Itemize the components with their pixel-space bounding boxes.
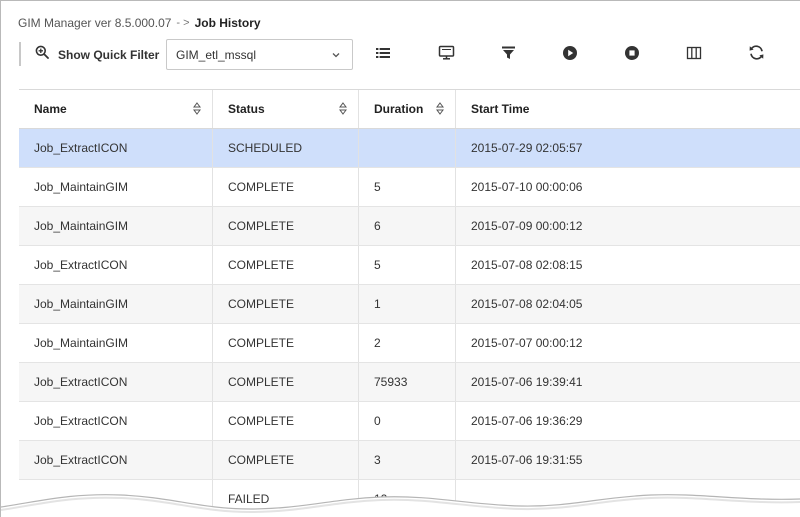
display-button[interactable]: [436, 45, 456, 65]
table-row[interactable]: Job_MaintainGIM COMPLETE 5 2015-07-10 00…: [19, 168, 800, 207]
column-header-status[interactable]: Status: [213, 90, 359, 128]
cell-start-time: 2015-07-29 02:05:57: [471, 141, 583, 155]
cell-status: COMPLETE: [213, 324, 359, 362]
cell-start-time: 2015-07-06 19:31:55: [471, 453, 583, 467]
database-select-value: GIM_etl_mssql: [176, 47, 257, 62]
column-header-start-time-label: Start Time: [471, 102, 530, 116]
cell-duration: 0: [359, 402, 456, 440]
show-quick-filter-label: Show Quick Filter: [58, 47, 160, 62]
filter-icon: [501, 45, 516, 65]
table-row[interactable]: Job_MaintainGIM COMPLETE 2 2015-07-07 00…: [19, 324, 800, 363]
filter-button[interactable]: [498, 45, 518, 65]
cell-start-time: 2015-07-09 00:00:12: [471, 219, 583, 233]
table-row[interactable]: Job_MaintainGIM COMPLETE 6 2015-07-09 00…: [19, 207, 800, 246]
cell-start-time: 2015-07-06 19:36:29: [471, 414, 583, 428]
column-header-name-label: Name: [34, 102, 67, 116]
cell-start-time: 2015-07-08 02:08:15: [471, 258, 583, 272]
cell-status: COMPLETE: [213, 363, 359, 401]
cell-duration: 5: [359, 246, 456, 284]
database-select[interactable]: GIM_etl_mssql: [166, 39, 353, 70]
cell-status: SCHEDULED: [213, 129, 359, 167]
column-header-start-time[interactable]: Start Time: [456, 90, 800, 128]
cell-name: Job_MaintainGIM: [19, 207, 213, 245]
cell-status: COMPLETE: [213, 285, 359, 323]
cell-status: COMPLETE: [213, 246, 359, 284]
column-header-duration[interactable]: Duration: [359, 90, 456, 128]
play-icon: [562, 45, 578, 66]
column-header-name[interactable]: Name: [19, 90, 213, 128]
cell-duration: 5: [359, 168, 456, 206]
monitor-icon: [438, 45, 455, 65]
chevron-down-icon: [331, 49, 341, 63]
column-header-status-label: Status: [228, 102, 265, 116]
list-icon: [375, 46, 391, 65]
refresh-button[interactable]: [746, 45, 766, 65]
columns-button[interactable]: [684, 45, 704, 65]
zoom-in-icon: [35, 45, 49, 64]
sort-icon[interactable]: [436, 102, 444, 118]
cell-duration: [359, 129, 456, 167]
toolbar-divider: [19, 42, 21, 66]
table-row[interactable]: Job_ExtractICON COMPLETE 75933 2015-07-0…: [19, 363, 800, 402]
table-row[interactable]: Job_ExtractICON COMPLETE 3 2015-07-06 19…: [19, 441, 800, 480]
cell-duration: 75933: [359, 363, 456, 401]
job-history-table: Name Status Duration Start Time Job_Extr…: [19, 89, 800, 517]
columns-icon: [686, 46, 702, 65]
cell-duration: 1: [359, 285, 456, 323]
table-row[interactable]: Job_ExtractICON COMPLETE 0 2015-07-06 19…: [19, 402, 800, 441]
refresh-icon: [748, 44, 765, 66]
cell-duration: 2: [359, 324, 456, 362]
breadcrumb-separator: - >: [176, 17, 190, 29]
list-view-button[interactable]: [373, 45, 393, 65]
cell-status: COMPLETE: [213, 207, 359, 245]
breadcrumb-parent[interactable]: GIM Manager ver 8.5.000.07: [18, 16, 171, 30]
cell-name: Job_ExtractICON: [19, 363, 213, 401]
cell-start-time: 2015-07-08 02:04:05: [471, 297, 583, 311]
sort-icon[interactable]: [193, 102, 201, 118]
cell-name: Job_ExtractICON: [19, 129, 213, 167]
cell-status: COMPLETE: [213, 402, 359, 440]
cell-name: Job_MaintainGIM: [19, 324, 213, 362]
cell-name: Job_ExtractICON: [19, 441, 213, 479]
cell-start-time: 2015-07-07 00:00:12: [471, 336, 583, 350]
stop-job-button[interactable]: [622, 45, 642, 65]
cell-status: COMPLETE: [213, 168, 359, 206]
breadcrumb: GIM Manager ver 8.5.000.07 - > Job Histo…: [18, 16, 261, 30]
cell-duration: 6: [359, 207, 456, 245]
cell-name: Job_MaintainGIM: [19, 285, 213, 323]
torn-edge-decoration: [1, 494, 800, 517]
cell-start-time: 2015-07-06 19:39:41: [471, 375, 583, 389]
job-history-window: GIM Manager ver 8.5.000.07 - > Job Histo…: [0, 0, 800, 517]
stop-icon: [624, 45, 640, 66]
table-row[interactable]: Job_ExtractICON COMPLETE 5 2015-07-08 02…: [19, 246, 800, 285]
cell-name: Job_ExtractICON: [19, 402, 213, 440]
cell-name: Job_MaintainGIM: [19, 168, 213, 206]
cell-start-time: 2015-07-10 00:00:06: [471, 180, 583, 194]
column-header-duration-label: Duration: [374, 102, 424, 116]
sort-icon[interactable]: [339, 102, 347, 118]
show-quick-filter-button[interactable]: Show Quick Filter: [35, 45, 159, 64]
page-title: Job History: [194, 16, 261, 30]
table-row[interactable]: Job_MaintainGIM COMPLETE 1 2015-07-08 02…: [19, 285, 800, 324]
toolbar: Show Quick Filter GIM_etl_mssql: [1, 37, 800, 73]
table-row[interactable]: Job_ExtractICON SCHEDULED 2015-07-29 02:…: [19, 129, 800, 168]
table-header: Name Status Duration Start Time: [19, 89, 800, 129]
start-job-button[interactable]: [560, 45, 580, 65]
cell-status: COMPLETE: [213, 441, 359, 479]
cell-name: Job_ExtractICON: [19, 246, 213, 284]
cell-duration: 3: [359, 441, 456, 479]
